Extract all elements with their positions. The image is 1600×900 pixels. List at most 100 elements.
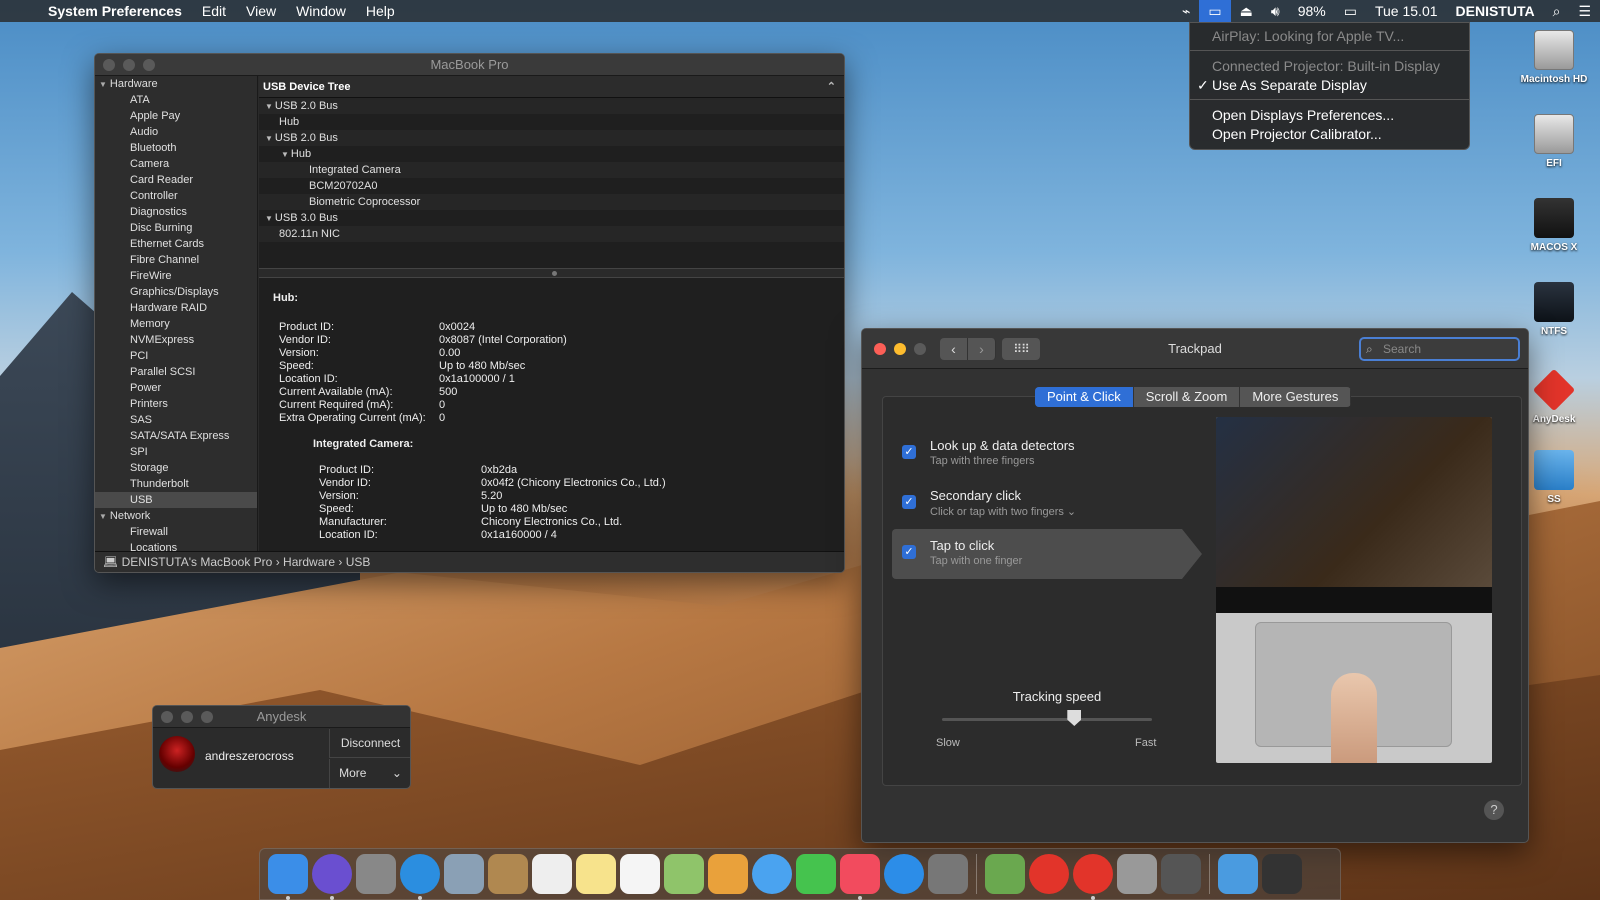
menu-edit[interactable]: Edit — [192, 3, 236, 19]
zoom-button[interactable] — [201, 711, 213, 723]
disclosure-triangle-icon[interactable]: ▼ — [265, 134, 273, 143]
minimize-button[interactable] — [181, 711, 193, 723]
window-titlebar[interactable]: MacBook Pro — [95, 54, 844, 76]
tree-row[interactable]: 802.11n NIC — [259, 226, 844, 242]
sidebar-item-fibre-channel[interactable]: Fibre Channel — [95, 252, 257, 268]
dock-app-icon[interactable] — [708, 854, 748, 894]
secondary-click-checkbox[interactable]: ✓ — [902, 495, 916, 509]
disclosure-triangle-icon[interactable]: ▼ — [265, 214, 273, 223]
eject-icon[interactable]: ⏏ — [1231, 3, 1262, 20]
usb-tree-header[interactable]: USB Device Tree ⌃ — [259, 76, 844, 98]
tab-point-click[interactable]: Point & Click — [1035, 387, 1134, 407]
desktop-icon-macos-x[interactable]: MACOS X — [1514, 198, 1594, 253]
sidebar-item-controller[interactable]: Controller — [95, 188, 257, 204]
dock-app-icon[interactable] — [444, 854, 484, 894]
open-projector-calibrator-item[interactable]: Open Projector Calibrator... — [1190, 124, 1469, 143]
dock-app-icon[interactable] — [752, 854, 792, 894]
sidebar-item-spi[interactable]: SPI — [95, 444, 257, 460]
dock-app-icon[interactable] — [664, 854, 704, 894]
airplay-icon[interactable]: ▭ — [1199, 0, 1231, 22]
close-button[interactable] — [874, 343, 886, 355]
minimize-button[interactable] — [894, 343, 906, 355]
tree-row[interactable]: Biometric Coprocessor — [259, 194, 844, 210]
dock-app-icon[interactable] — [1218, 854, 1258, 894]
status-extra-icon[interactable]: ⌁ — [1173, 3, 1199, 20]
desktop-icon-efi[interactable]: EFI — [1514, 114, 1594, 169]
tree-row[interactable]: ▼ USB 3.0 Bus — [259, 210, 844, 226]
spotlight-icon[interactable]: ⌕ — [1544, 3, 1570, 20]
dock-app-icon[interactable] — [796, 854, 836, 894]
sidebar-item-hardware-raid[interactable]: Hardware RAID — [95, 300, 257, 316]
tree-row[interactable]: ▼ USB 2.0 Bus — [259, 130, 844, 146]
sidebar-item-firewall[interactable]: Firewall — [95, 524, 257, 540]
sidebar-section-hardware[interactable]: Hardware — [95, 76, 257, 92]
volume-icon[interactable]: 🔊︎ — [1262, 3, 1289, 20]
sidebar-item-ata[interactable]: ATA — [95, 92, 257, 108]
sidebar-item-bluetooth[interactable]: Bluetooth — [95, 140, 257, 156]
show-all-grid-icon[interactable]: ⠿⠿ — [1002, 338, 1040, 360]
sidebar-item-camera[interactable]: Camera — [95, 156, 257, 172]
tracking-speed-slider[interactable] — [942, 718, 1152, 721]
tree-row[interactable]: ▼ USB 2.0 Bus — [259, 98, 844, 114]
desktop-icon-macintosh-hd[interactable]: Macintosh HD — [1514, 30, 1594, 85]
option-secondary-click[interactable]: ✓ Secondary click Click or tap with two … — [896, 479, 1196, 529]
tree-row[interactable]: BCM20702A0 — [259, 178, 844, 194]
menu-help[interactable]: Help — [356, 3, 405, 19]
sidebar-section-network[interactable]: Network — [95, 508, 257, 524]
close-button[interactable] — [103, 59, 115, 71]
window-toolbar[interactable]: ‹ › ⠿⠿ Trackpad ⌕ Search — [862, 329, 1528, 369]
dock-app-icon[interactable] — [268, 854, 308, 900]
dock-app-icon[interactable] — [532, 854, 572, 894]
search-field[interactable]: ⌕ Search — [1359, 337, 1520, 361]
lookup-checkbox[interactable]: ✓ — [902, 445, 916, 459]
sidebar-item-ethernet-cards[interactable]: Ethernet Cards — [95, 236, 257, 252]
notification-center-icon[interactable]: ☰ — [1569, 3, 1600, 20]
dock-app-icon[interactable] — [1073, 854, 1113, 900]
path-usb[interactable]: USB — [346, 555, 371, 569]
menu-window[interactable]: Window — [286, 3, 356, 19]
tap-to-click-checkbox[interactable]: ✓ — [902, 545, 916, 559]
user-menu[interactable]: DENISTUTA — [1447, 3, 1544, 19]
sidebar-item-apple-pay[interactable]: Apple Pay — [95, 108, 257, 124]
disclosure-triangle-icon[interactable]: ▼ — [265, 102, 273, 111]
minimize-button[interactable] — [123, 59, 135, 71]
path-hardware[interactable]: Hardware — [283, 555, 335, 569]
dock-app-icon[interactable] — [884, 854, 924, 894]
dock-app-icon[interactable] — [312, 854, 352, 900]
tree-row[interactable]: Hub — [259, 114, 844, 130]
sidebar-item-sas[interactable]: SAS — [95, 412, 257, 428]
tab-more-gestures[interactable]: More Gestures — [1240, 387, 1352, 407]
dock-app-icon[interactable] — [576, 854, 616, 894]
dock-app-icon[interactable] — [928, 854, 968, 894]
use-separate-display-item[interactable]: Use As Separate Display — [1190, 75, 1469, 95]
help-button[interactable]: ? — [1484, 800, 1504, 820]
dock-app-icon[interactable] — [620, 854, 660, 894]
sidebar-item-firewire[interactable]: FireWire — [95, 268, 257, 284]
open-displays-prefs-item[interactable]: Open Displays Preferences... — [1190, 105, 1469, 124]
sidebar-item-card-reader[interactable]: Card Reader — [95, 172, 257, 188]
close-button[interactable] — [161, 711, 173, 723]
tab-scroll-zoom[interactable]: Scroll & Zoom — [1134, 387, 1241, 407]
sidebar-item-disc-burning[interactable]: Disc Burning — [95, 220, 257, 236]
tree-row[interactable]: Integrated Camera — [259, 162, 844, 178]
sidebar-item-pci[interactable]: PCI — [95, 348, 257, 364]
sidebar-item-usb[interactable]: USB — [95, 492, 257, 508]
pane-splitter[interactable] — [259, 268, 844, 278]
battery-icon[interactable]: ▭ — [1335, 3, 1366, 20]
path-computer[interactable]: DENISTUTA's MacBook Pro — [122, 555, 273, 569]
option-lookup[interactable]: ✓ Look up & data detectors Tap with thre… — [896, 429, 1196, 479]
dock-app-icon[interactable] — [985, 854, 1025, 894]
dock-app-icon[interactable] — [400, 854, 440, 900]
battery-percent[interactable]: 98% — [1289, 3, 1335, 19]
clock[interactable]: Tue 15.01 — [1366, 3, 1447, 19]
sidebar-item-audio[interactable]: Audio — [95, 124, 257, 140]
sidebar-item-sata-sata-express[interactable]: SATA/SATA Express — [95, 428, 257, 444]
dock-app-icon[interactable] — [1262, 854, 1302, 894]
sidebar-item-diagnostics[interactable]: Diagnostics — [95, 204, 257, 220]
sidebar-item-nvmexpress[interactable]: NVMExpress — [95, 332, 257, 348]
dock-app-icon[interactable] — [1117, 854, 1157, 894]
forward-icon[interactable]: › — [968, 338, 996, 360]
more-button[interactable]: More ⌄ — [329, 759, 410, 788]
dock-app-icon[interactable] — [840, 854, 880, 900]
menu-view[interactable]: View — [236, 3, 286, 19]
